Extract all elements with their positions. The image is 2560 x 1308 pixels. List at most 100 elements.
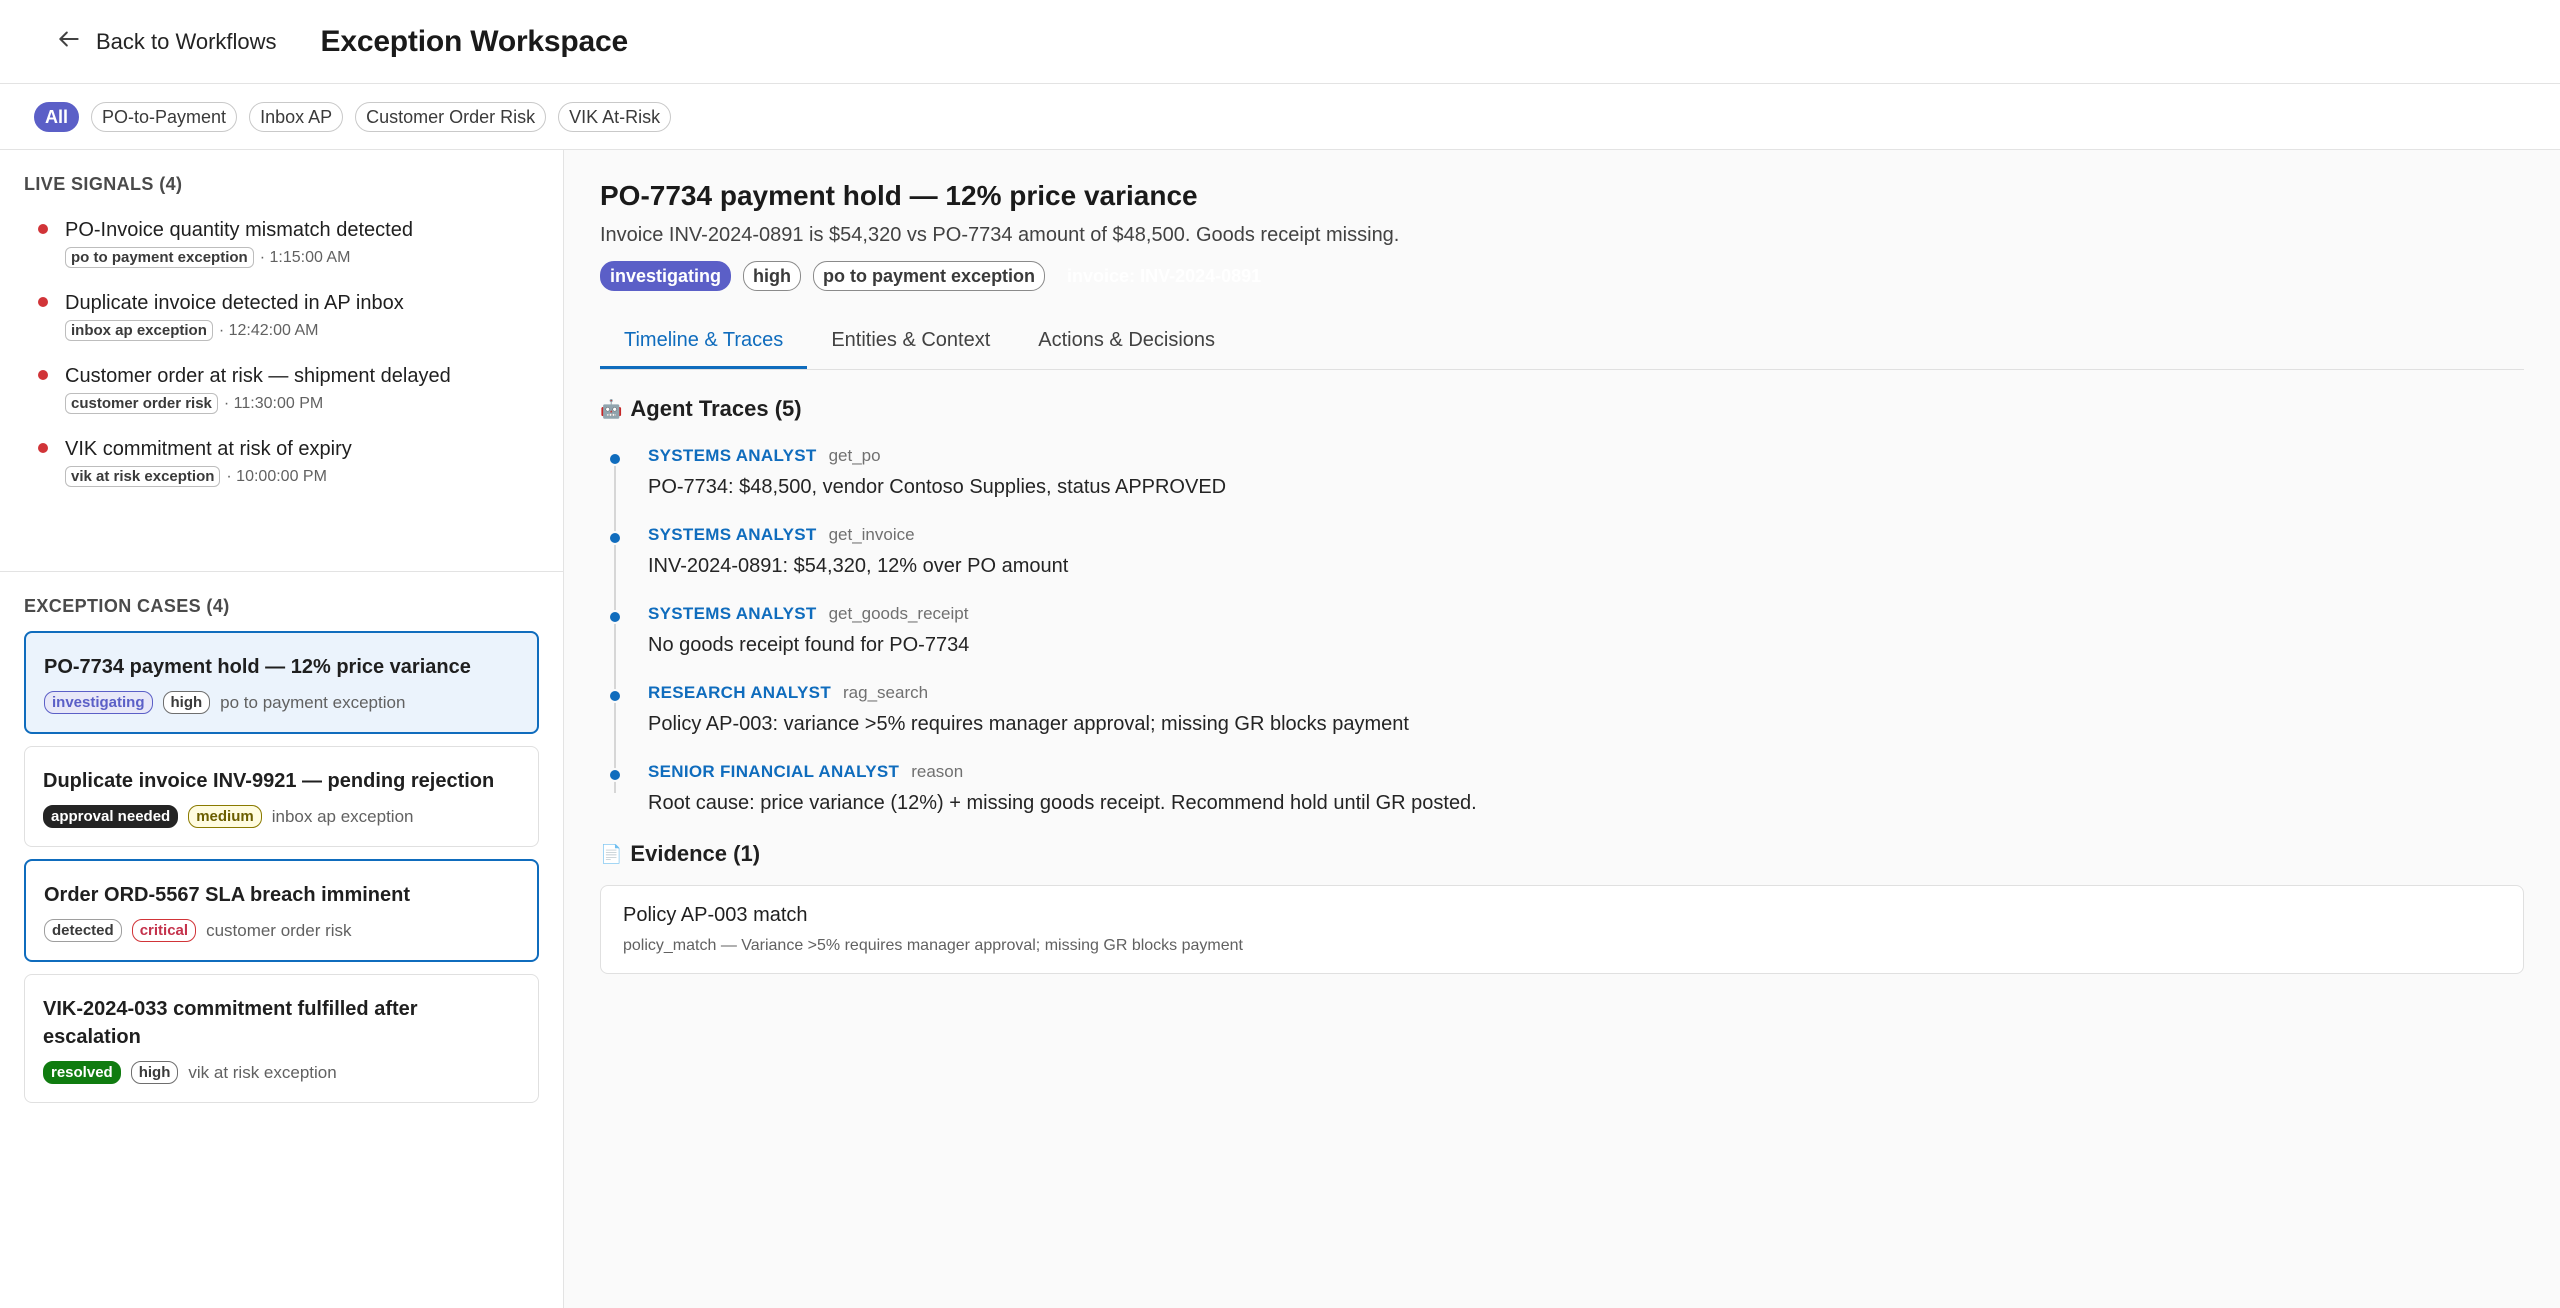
trace-item: SENIOR FINANCIAL ANALYST reason Root cau…	[608, 762, 2524, 815]
filter-chip-inbox-ap[interactable]: Inbox AP	[249, 101, 344, 132]
document-icon: 📄	[600, 843, 623, 864]
timeline-dot-icon	[608, 452, 622, 466]
agent-traces-title: Agent Traces (5)	[630, 396, 802, 421]
case-type: inbox ap exception	[271, 806, 414, 826]
filter-bar: All PO-to-Payment Inbox AP Customer Orde…	[0, 84, 2560, 150]
case-detail-subtitle: Invoice INV-2024-0891 is $54,320 vs PO-7…	[600, 224, 1400, 246]
alert-dot-icon	[38, 224, 48, 234]
trace-item: RESEARCH ANALYST rag_search Policy AP-00…	[608, 683, 2524, 736]
signal-item[interactable]: VIK commitment at risk of expiry vik at …	[0, 436, 563, 487]
case-list: PO-7734 payment hold — 12% price varianc…	[0, 617, 563, 1103]
filter-chip-customer-order-risk[interactable]: Customer Order Risk	[355, 101, 547, 132]
filter-chip-vik-at-risk[interactable]: VIK At-Risk	[558, 101, 672, 132]
signal-time: · 10:00:00 PM	[226, 467, 327, 485]
signal-title: Duplicate invoice detected in AP inbox	[65, 292, 404, 314]
timeline-dot-icon	[608, 768, 622, 782]
case-card[interactable]: VIK-2024-033 commitment fulfilled after …	[24, 974, 539, 1103]
trace-tool: get_goods_receipt	[828, 604, 969, 623]
trace-tool: get_invoice	[828, 525, 915, 544]
alert-dot-icon	[38, 370, 48, 380]
trace-text: No goods receipt found for PO-7734	[648, 634, 970, 656]
case-header: PO-7734 payment hold — 12% price varianc…	[600, 150, 2524, 291]
case-card[interactable]: PO-7734 payment hold — 12% price varianc…	[24, 631, 539, 734]
status-badge: resolved	[43, 1061, 121, 1084]
signal-title: VIK commitment at risk of expiry	[65, 438, 352, 460]
tab-timeline-traces[interactable]: Timeline & Traces	[600, 319, 808, 369]
trace-timeline: SYSTEMS ANALYST get_po PO-7734: $48,500,…	[600, 446, 2524, 815]
alert-dot-icon	[38, 443, 48, 453]
trace-text: Policy AP-003: variance >5% requires man…	[648, 713, 1409, 735]
signal-tag: customer order risk	[65, 393, 218, 414]
trace-text: PO-7734: $48,500, vendor Contoso Supplie…	[648, 476, 1227, 498]
agent-traces-heading: 🤖 Agent Traces (5)	[600, 396, 2524, 422]
timeline-dot-icon	[608, 610, 622, 624]
signal-time: · 11:30:00 PM	[223, 394, 324, 412]
timeline-dot-icon	[608, 689, 622, 703]
case-title: Duplicate invoice INV-9921 — pending rej…	[43, 770, 495, 792]
signal-tag: inbox ap exception	[65, 320, 213, 341]
case-title: PO-7734 payment hold — 12% price varianc…	[44, 656, 471, 678]
trace-agent: SYSTEMS ANALYST	[648, 525, 817, 544]
status-badge: investigating	[600, 261, 732, 291]
invoice-badge: invoice: INV-2024-0891	[1067, 266, 1262, 286]
trace-tool: reason	[911, 762, 964, 781]
tab-actions-decisions[interactable]: Actions & Decisions	[1014, 319, 1239, 369]
case-detail-title: PO-7734 payment hold — 12% price varianc…	[600, 180, 1198, 211]
trace-agent: SYSTEMS ANALYST	[648, 446, 817, 465]
exception-cases-section: EXCEPTION CASES (4) PO-7734 payment hold…	[0, 572, 563, 1103]
trace-tool: get_po	[828, 446, 881, 465]
detail-tabs: Timeline & Traces Entities & Context Act…	[600, 319, 2524, 370]
severity-badge: high	[743, 261, 802, 291]
signal-tag: po to payment exception	[65, 247, 254, 268]
timeline-line	[614, 456, 616, 793]
signal-item[interactable]: Customer order at risk — shipment delaye…	[0, 363, 563, 414]
trace-item: SYSTEMS ANALYST get_invoice INV-2024-089…	[608, 525, 2524, 578]
signal-title: PO-Invoice quantity mismatch detected	[65, 219, 413, 241]
trace-text: Root cause: price variance (12%) + missi…	[648, 792, 1477, 814]
evidence-item-desc: policy_match — Variance >5% requires man…	[623, 937, 1243, 954]
signal-time: · 12:42:00 AM	[218, 321, 319, 339]
status-badge: investigating	[44, 691, 153, 714]
tab-entities-context[interactable]: Entities & Context	[807, 319, 1014, 369]
live-signals-title: LIVE SIGNALS (4)	[24, 174, 183, 194]
exception-cases-title: EXCEPTION CASES (4)	[24, 596, 230, 616]
arrow-left-icon	[56, 26, 82, 58]
trace-item: SYSTEMS ANALYST get_po PO-7734: $48,500,…	[608, 446, 2524, 499]
trace-agent: SYSTEMS ANALYST	[648, 604, 817, 623]
status-badge: detected	[44, 919, 122, 942]
sidebar: LIVE SIGNALS (4) PO-Invoice quantity mis…	[0, 150, 564, 1308]
case-type: vik at risk exception	[188, 1062, 337, 1082]
trace-text: INV-2024-0891: $54,320, 12% over PO amou…	[648, 555, 1069, 577]
robot-icon: 🤖	[600, 398, 623, 419]
trace-agent: RESEARCH ANALYST	[648, 683, 832, 702]
signal-item[interactable]: Duplicate invoice detected in AP inbox i…	[0, 290, 563, 341]
status-badge: approval needed	[43, 805, 179, 828]
case-type: po to payment exception	[220, 692, 406, 712]
case-card[interactable]: Order ORD-5567 SLA breach imminent detec…	[24, 859, 539, 962]
signal-item[interactable]: PO-Invoice quantity mismatch detected po…	[0, 217, 563, 268]
page-title: Exception Workspace	[320, 24, 629, 58]
live-signals-section: LIVE SIGNALS (4) PO-Invoice quantity mis…	[0, 150, 563, 572]
trace-agent: SENIOR FINANCIAL ANALYST	[648, 762, 900, 781]
trace-item: SYSTEMS ANALYST get_goods_receipt No goo…	[608, 604, 2524, 657]
trace-tool: rag_search	[843, 683, 929, 702]
alert-dot-icon	[38, 297, 48, 307]
signal-tag: vik at risk exception	[65, 466, 221, 487]
severity-badge: medium	[188, 805, 262, 828]
filter-chip-po-to-payment[interactable]: PO-to-Payment	[91, 101, 238, 132]
case-detail-panel: PO-7734 payment hold — 12% price varianc…	[564, 150, 2560, 1308]
evidence-heading: 📄 Evidence (1)	[600, 841, 2524, 867]
app-header: Back to Workflows Exception Workspace	[0, 0, 2560, 84]
signal-time: · 1:15:00 AM	[259, 248, 351, 266]
timeline-dot-icon	[608, 531, 622, 545]
back-to-workflows-link[interactable]: Back to Workflows	[56, 26, 277, 58]
filter-chip-all[interactable]: All	[34, 101, 80, 132]
severity-badge: high	[162, 691, 211, 714]
case-title: Order ORD-5567 SLA breach imminent	[44, 884, 411, 906]
evidence-card[interactable]: Policy AP-003 match policy_match — Varia…	[600, 885, 2524, 974]
severity-badge: high	[130, 1061, 179, 1084]
case-card[interactable]: Duplicate invoice INV-9921 — pending rej…	[24, 746, 539, 847]
back-link-label: Back to Workflows	[96, 28, 277, 54]
severity-badge: critical	[131, 919, 197, 942]
evidence-item-title: Policy AP-003 match	[623, 904, 808, 926]
